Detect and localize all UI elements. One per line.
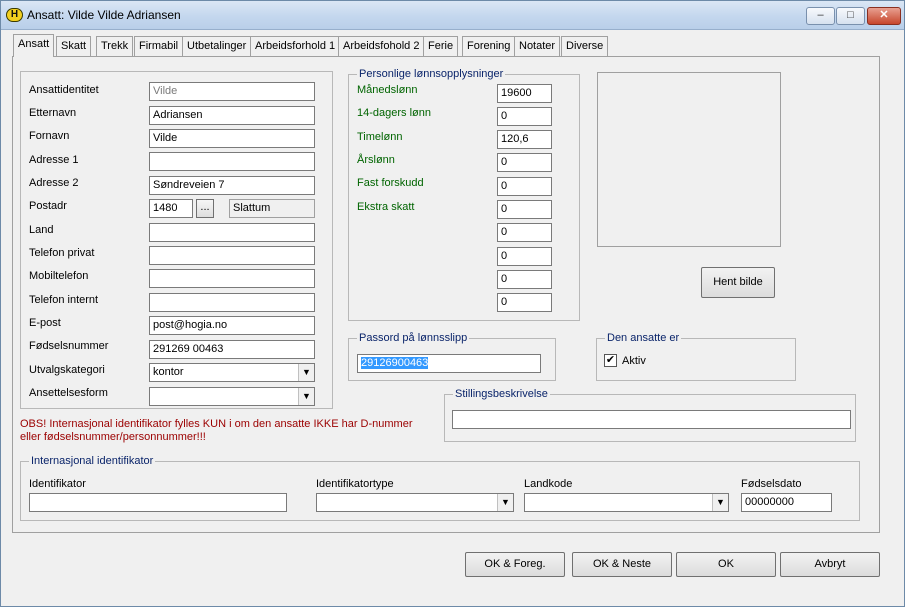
mobiltelefon-label: Mobiltelefon [29,270,89,282]
ekstra-skatt-field[interactable]: 0 [497,200,552,219]
tab-diverse[interactable]: Diverse [561,36,609,56]
fjortendagers-lonn-label: 14-dagers lønn [357,107,431,119]
fodselsdato-label: Fødselsdato [741,478,802,490]
fast-forskudd-field[interactable]: 0 [497,177,552,196]
employee-dialog-window: H Ansatt: Vilde Vilde Adriansen – □ ✕ An… [0,0,905,607]
ansatt-tab-panel: Ansattidentitet Vilde Etternavn Adrianse… [12,56,880,533]
password-field[interactable]: 29126900463 [357,354,541,373]
etternavn-field[interactable]: Adriansen [149,106,315,125]
ansettelsesform-select[interactable]: ▼ [149,387,315,406]
landkode-label: Landkode [524,478,573,490]
adresse2-field[interactable]: Søndreveien 7 [149,176,315,195]
job-description-field[interactable] [452,410,851,429]
postnummer-lookup-button[interactable]: ... [196,199,214,218]
international-id-title: Internasjonal identifikator [29,455,156,467]
adresse1-field[interactable] [149,152,315,171]
salary-extra-field-3[interactable]: 0 [497,270,552,289]
ok-button[interactable]: OK [676,552,776,577]
salary-extra-field-4[interactable]: 0 [497,293,552,312]
international-id-warning: OBS! Internasjonal identifikator fylles … [20,418,413,443]
fast-forskudd-label: Fast forskudd [357,177,424,189]
job-description-title: Stillingsbeskrivelse [453,388,550,400]
land-field[interactable] [149,223,315,242]
password-group-title: Passord på lønnsslipp [357,332,470,344]
ok-foreg-button[interactable]: OK & Foreg. [465,552,565,577]
password-value: 29126900463 [361,357,429,369]
tab-ansatt[interactable]: Ansatt [13,34,55,57]
hogia-app-icon: H [6,8,23,22]
tab-arbeidsfohold-2[interactable]: Arbeidsfohold 2 [338,36,425,56]
timelonn-label: Timelønn [357,131,403,143]
salary-extra-field-1[interactable]: 0 [497,223,552,242]
aktiv-label: Aktiv [622,355,646,367]
fornavn-label: Fornavn [29,130,70,142]
tab-arbeidsforhold-1[interactable]: Arbeidsforhold 1 [250,36,341,56]
fjortendagers-lonn-field[interactable]: 0 [497,107,552,126]
fodselsdato-field[interactable]: 00000000 [741,493,832,512]
chevron-down-icon[interactable]: ▼ [497,494,513,511]
manedslonn-field[interactable]: 19600 [497,84,552,103]
telefon-privat-label: Telefon privat [29,247,95,259]
adresse1-label: Adresse 1 [29,154,79,166]
avbryt-button[interactable]: Avbryt [780,552,880,577]
tab-trekk[interactable]: Trekk [96,36,134,56]
chevron-down-icon[interactable]: ▼ [298,388,314,405]
aktiv-checkbox[interactable]: ✔ [604,354,617,367]
epost-field[interactable]: post@hogia.no [149,316,315,335]
fodselsnummer-field[interactable]: 291269 00463 [149,340,315,359]
telefon-internt-label: Telefon internt [29,294,99,306]
utvalgskategori-label: Utvalgskategori [29,364,105,376]
employee-status-title: Den ansatte er [605,332,682,344]
minimize-button[interactable]: – [806,7,835,25]
salary-group-title: Personlige lønnsopplysninger [357,68,506,80]
tab-utbetalinger[interactable]: Utbetalinger [182,36,252,56]
manedslonn-label: Månedslønn [357,84,418,96]
adresse2-label: Adresse 2 [29,177,79,189]
title-bar[interactable]: H Ansatt: Vilde Vilde Adriansen – □ ✕ [1,1,904,30]
arslonn-field[interactable]: 0 [497,153,552,172]
identifikator-field[interactable] [29,493,287,512]
chevron-down-icon[interactable]: ▼ [298,364,314,381]
utvalgskategori-select[interactable]: kontor ▼ [149,363,315,382]
telefon-privat-field[interactable] [149,246,315,265]
identifikatortype-select[interactable]: ▼ [316,493,514,512]
window-title: Ansatt: Vilde Vilde Adriansen [27,8,181,22]
chevron-down-icon[interactable]: ▼ [712,494,728,511]
close-button[interactable]: ✕ [867,7,901,25]
ok-neste-button[interactable]: OK & Neste [572,552,672,577]
tab-notater[interactable]: Notater [514,36,561,56]
land-label: Land [29,224,54,236]
tab-firmabil[interactable]: Firmabil [134,36,184,56]
identifikatortype-label: Identifikatortype [316,478,394,490]
epost-label: E-post [29,317,61,329]
hent-bilde-button[interactable]: Hent bilde [701,267,775,298]
tab-ferie[interactable]: Ferie [423,36,459,56]
telefon-internt-field[interactable] [149,293,315,312]
identifikator-label: Identifikator [29,478,86,490]
ansattidentitet-label: Ansattidentitet [29,84,99,96]
fodselsnummer-label: Fødselsnummer [29,340,109,352]
tab-skatt[interactable]: Skatt [56,36,92,56]
utvalgskategori-value: kontor [153,366,184,378]
salary-extra-field-2[interactable]: 0 [497,247,552,266]
maximize-button[interactable]: □ [836,7,865,25]
ekstra-skatt-label: Ekstra skatt [357,201,415,213]
ansettelsesform-label: Ansettelsesform [29,387,108,399]
employee-photo [597,72,781,247]
timelonn-field[interactable]: 120,6 [497,130,552,149]
poststed-field: Slattum [229,199,315,218]
mobiltelefon-field[interactable] [149,269,315,288]
ansattidentitet-field[interactable]: Vilde [149,82,315,101]
etternavn-label: Etternavn [29,107,77,119]
arslonn-label: Årslønn [357,154,395,166]
landkode-select[interactable]: ▼ [524,493,729,512]
postnummer-field[interactable]: 1480 [149,199,193,218]
international-id-group: Internasjonal identifikator [20,455,860,521]
tab-forening[interactable]: Forening [462,36,516,56]
fornavn-field[interactable]: Vilde [149,129,315,148]
postadr-label: Postadr [29,200,67,212]
